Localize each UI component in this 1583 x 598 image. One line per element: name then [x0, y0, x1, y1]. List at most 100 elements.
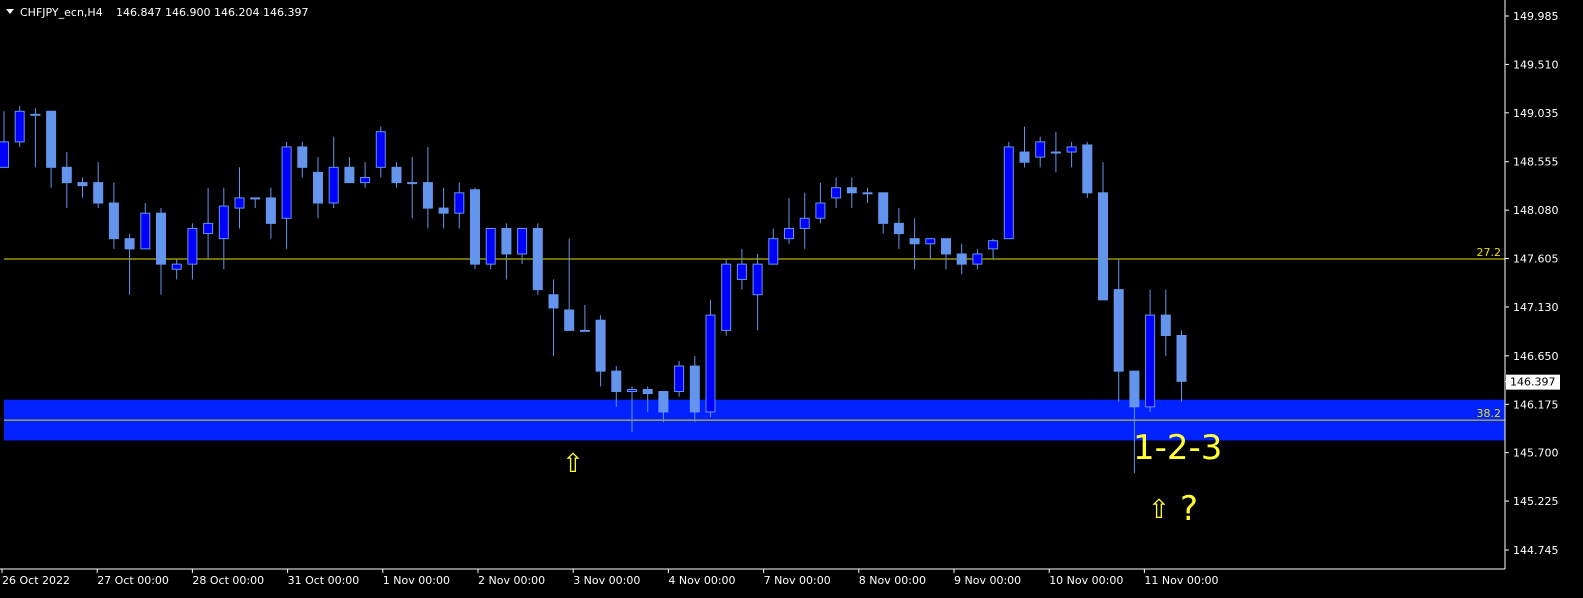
x-tick-label: 26 Oct 2022 [2, 574, 70, 587]
candle-body [1145, 314, 1156, 408]
candle-body [485, 227, 496, 265]
candle [532, 223, 543, 295]
question-mark: ? [1180, 489, 1198, 529]
candle-body [611, 370, 622, 393]
level-label-27-2: 27.2 [1477, 246, 1502, 259]
candle [721, 259, 732, 336]
candle-body [344, 166, 355, 184]
candle-body [548, 294, 559, 309]
candle-body [862, 192, 873, 195]
candle-body [0, 141, 9, 168]
y-tick-label: 145.700 [1513, 447, 1559, 460]
y-tick-label: 146.650 [1513, 350, 1559, 363]
current-price-marker: 146.397 [1506, 374, 1560, 390]
candle-body [1066, 146, 1077, 153]
symbol-label: CHFJPY_ecn,H4 [20, 6, 103, 19]
x-tick-label: 3 Nov 00:00 [573, 574, 640, 587]
x-tick-label: 9 Nov 00:00 [954, 574, 1021, 587]
up-arrow-icon-2: ⇧ [1148, 495, 1170, 525]
candle-body [61, 166, 72, 184]
x-tick-label: 27 Oct 00:00 [97, 574, 169, 587]
candle-body [203, 222, 214, 235]
x-tick-label: 31 Oct 00:00 [288, 574, 360, 587]
candle [1003, 141, 1014, 240]
price-chart[interactable]: 27.2 38.2 149.985 149.510 149.035 148.555 148… [0, 0, 1583, 598]
candle-body [878, 192, 889, 224]
candle-body [250, 197, 261, 200]
candle-body [1113, 289, 1124, 372]
candle-body [187, 227, 198, 265]
candle-body [77, 182, 88, 187]
candle-body [752, 263, 763, 296]
candle-body [140, 212, 151, 250]
candle [1082, 141, 1093, 198]
candle-body [517, 227, 528, 255]
candle-body [831, 187, 842, 199]
candle-body [893, 222, 904, 235]
candle-body [1003, 146, 1014, 240]
candle-body [721, 263, 732, 331]
candle-body [360, 177, 371, 184]
candle-body [1098, 192, 1108, 301]
candle-body [658, 391, 669, 413]
y-tick-label: 146.175 [1513, 398, 1559, 411]
candle-body [1160, 314, 1171, 336]
candle-body [1019, 151, 1030, 163]
candle-body [627, 388, 637, 393]
candle [470, 187, 480, 270]
x-tick-label: 10 Nov 00:00 [1049, 574, 1123, 587]
candle-body [375, 131, 386, 168]
candle-body [407, 182, 418, 185]
candle-body [14, 110, 25, 143]
candle-body [941, 238, 951, 255]
candle [674, 360, 685, 397]
x-tick-label: 11 Nov 00:00 [1144, 574, 1218, 587]
candle-body [313, 171, 323, 204]
candle-body [234, 197, 245, 209]
candle-body [579, 329, 590, 332]
candle-body [265, 197, 276, 224]
candle-body [1176, 334, 1187, 382]
candle-body [846, 187, 857, 194]
ohlc-label: 146.847 146.900 146.204 146.397 [116, 6, 308, 19]
candle-body [30, 113, 41, 116]
candle [14, 106, 25, 147]
pattern-label: 1-2-3 [1133, 428, 1222, 468]
y-tick-label: 144.745 [1513, 544, 1559, 557]
candle-body [281, 146, 292, 219]
candle-body [768, 238, 779, 265]
candle-body [297, 146, 308, 168]
x-tick-label: 7 Nov 00:00 [764, 574, 831, 587]
y-tick-label: 148.080 [1513, 204, 1559, 217]
up-arrow-icon: ⇧ [562, 449, 584, 479]
chart-background [0, 0, 1583, 598]
candle-body [956, 253, 967, 265]
candle-body [564, 309, 575, 331]
level-label-38-2: 38.2 [1477, 407, 1502, 420]
candle-body [1035, 141, 1046, 158]
y-tick-label: 147.130 [1513, 301, 1559, 314]
x-tick-label: 1 Nov 00:00 [383, 574, 450, 587]
y-tick-label: 149.985 [1513, 10, 1559, 23]
candle-body [328, 166, 339, 204]
candle-body [501, 227, 512, 255]
candle [485, 227, 496, 270]
y-tick-label: 149.510 [1513, 58, 1559, 71]
candle-body [595, 319, 606, 372]
x-tick-label: 4 Nov 00:00 [668, 574, 735, 587]
chart-header: CHFJPY_ecn,H4 146.847 146.900 146.204 14… [6, 6, 308, 19]
candle-body [218, 205, 229, 240]
x-tick-label: 28 Oct 00:00 [192, 574, 264, 587]
candle-body [972, 253, 983, 265]
x-tick-label: 8 Nov 00:00 [859, 574, 926, 587]
y-tick-label: 147.605 [1513, 253, 1559, 266]
current-price-label: 146.397 [1510, 376, 1556, 389]
candle [689, 355, 700, 423]
candle-body [93, 182, 104, 204]
candle-body [815, 202, 826, 219]
candle-body [156, 212, 166, 265]
y-tick-label: 149.035 [1513, 107, 1559, 120]
y-tick-label: 145.225 [1513, 495, 1559, 508]
candle-body [124, 238, 135, 250]
candle-body [1050, 151, 1061, 154]
